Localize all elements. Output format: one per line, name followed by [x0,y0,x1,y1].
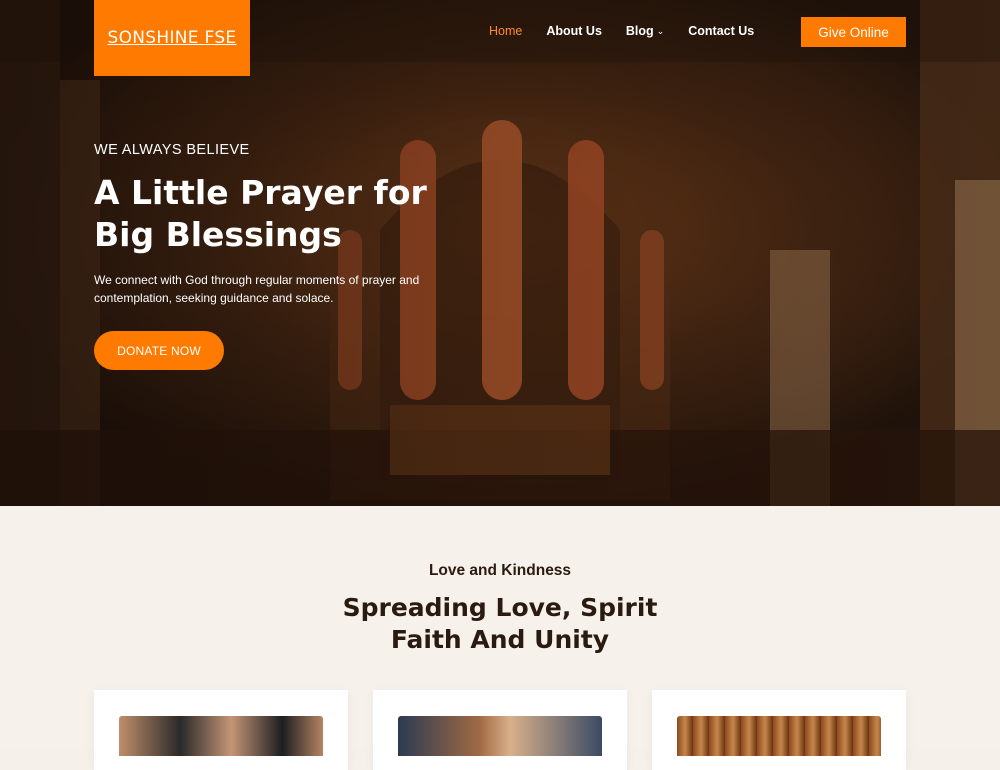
feature-card[interactable] [94,690,348,770]
nav-item-about-us[interactable]: About Us [546,24,602,38]
hero-description-line1: We connect with God through regular mome… [94,273,420,287]
main-nav: Home About Us Blog ⌄ Contact Us [489,24,778,38]
hero-description: We connect with God through regular mome… [94,271,454,307]
nav-item-contact-us[interactable]: Contact Us [688,24,754,38]
hero-eyebrow: WE ALWAYS BELIEVE [94,142,250,158]
feature-card[interactable] [652,690,906,770]
nav-item-blog[interactable]: Blog ⌄ [626,24,664,38]
hero-description-line2: contemplation, seeking guidance and sola… [94,291,334,305]
hero-headline-line2: Big Blessings [94,215,342,254]
site-logo-text[interactable]: SONSHINE FSE [108,28,237,48]
give-online-button[interactable]: Give Online [801,17,906,47]
section-title-line2: Faith And Unity [390,625,610,654]
hero-headline-line1: A Little Prayer for [94,173,427,212]
feature-card[interactable] [373,690,627,770]
nav-item-blog-label: Blog [625,24,654,38]
section-title: Spreading Love, Spirit Faith And Unity [0,592,1000,656]
hero-banner: SONSHINE FSE Home About Us Blog ⌄ Contac… [0,0,1000,506]
love-kindness-section: Love and Kindness Spreading Love, Spirit… [0,506,1000,770]
section-title-line1: Spreading Love, Spirit [342,593,658,622]
hero-headline: A Little Prayer for Big Blessings [94,172,474,256]
feature-card-image [398,716,602,756]
feature-card-image [677,716,881,756]
donate-now-button[interactable]: DONATE NOW [94,331,224,370]
nav-item-home[interactable]: Home [489,24,522,38]
chevron-down-icon: ⌄ [656,25,665,36]
site-logo[interactable]: SONSHINE FSE [94,0,250,76]
feature-card-image [119,716,323,756]
section-eyebrow: Love and Kindness [428,562,572,579]
